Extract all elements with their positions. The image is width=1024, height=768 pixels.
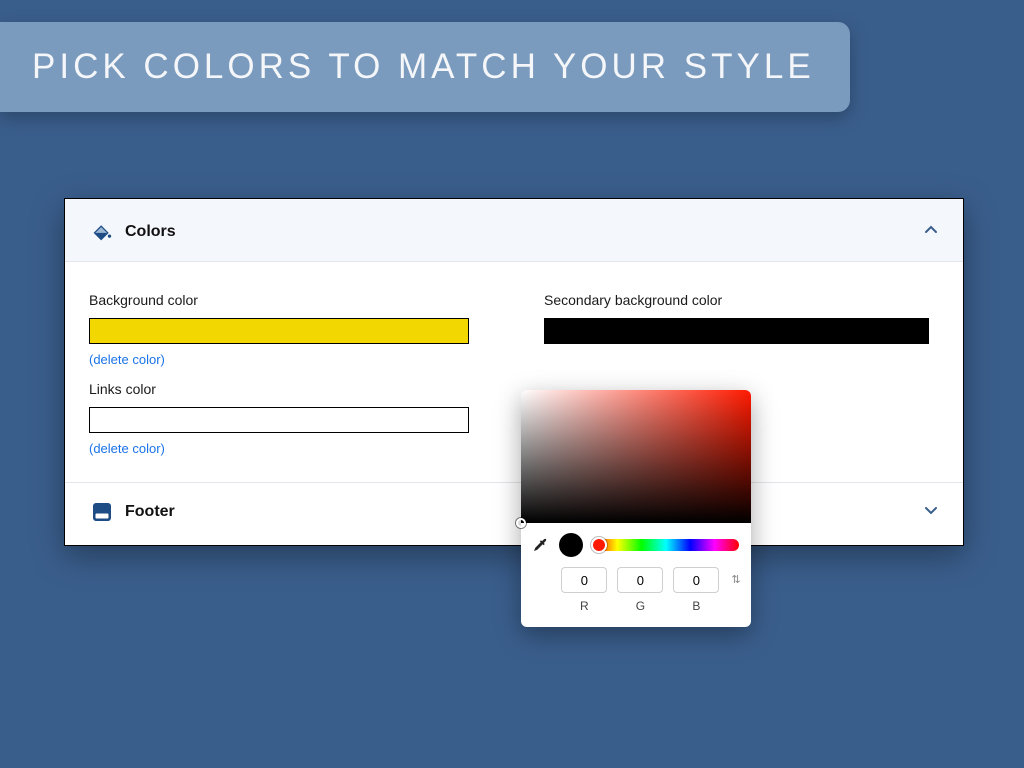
secondary-background-color-swatch[interactable] xyxy=(544,318,929,344)
section-title-colors: Colors xyxy=(125,223,923,241)
paint-bucket-icon xyxy=(89,221,115,243)
links-color-label: Links color xyxy=(89,381,484,397)
rgb-b-label: B xyxy=(673,599,719,613)
current-color-preview xyxy=(559,533,583,557)
chevron-up-icon xyxy=(923,222,939,243)
rgb-r-label: R xyxy=(561,599,607,613)
left-column: Background color (delete color) Links co… xyxy=(89,292,484,470)
page-banner: PICK COLORS TO MATCH YOUR STYLE xyxy=(0,22,850,112)
saturation-cursor[interactable] xyxy=(516,518,526,528)
hue-slider-thumb[interactable] xyxy=(591,537,607,553)
background-color-label: Background color xyxy=(89,292,484,308)
background-color-swatch[interactable] xyxy=(89,318,469,344)
section-header-footer[interactable]: Footer xyxy=(65,482,963,545)
color-picker-controls-row xyxy=(521,523,751,563)
rgb-b-input[interactable] xyxy=(673,567,719,593)
background-color-delete-link[interactable]: (delete color) xyxy=(89,352,484,367)
rgb-g-label: G xyxy=(617,599,663,613)
color-picker-saturation-area[interactable] xyxy=(521,390,751,523)
rgb-r-input[interactable] xyxy=(561,567,607,593)
section-header-colors[interactable]: Colors xyxy=(65,199,963,262)
links-color-swatch[interactable] xyxy=(89,407,469,433)
rgb-inputs-row: R G B ⇅ xyxy=(521,563,751,613)
footer-icon xyxy=(89,501,115,523)
hue-slider[interactable] xyxy=(593,539,739,551)
banner-title: PICK COLORS TO MATCH YOUR STYLE xyxy=(32,47,815,87)
rgb-g-input[interactable] xyxy=(617,567,663,593)
settings-panel: Colors Background color (delete color) L… xyxy=(64,198,964,546)
links-color-delete-link[interactable]: (delete color) xyxy=(89,441,484,456)
secondary-background-color-label: Secondary background color xyxy=(544,292,939,308)
color-mode-toggle[interactable]: ⇅ xyxy=(731,573,740,613)
eyedropper-icon[interactable] xyxy=(533,537,549,553)
chevron-down-icon xyxy=(923,502,939,523)
colors-section-body: Background color (delete color) Links co… xyxy=(65,262,963,482)
color-picker-popover: R G B ⇅ xyxy=(521,390,751,627)
